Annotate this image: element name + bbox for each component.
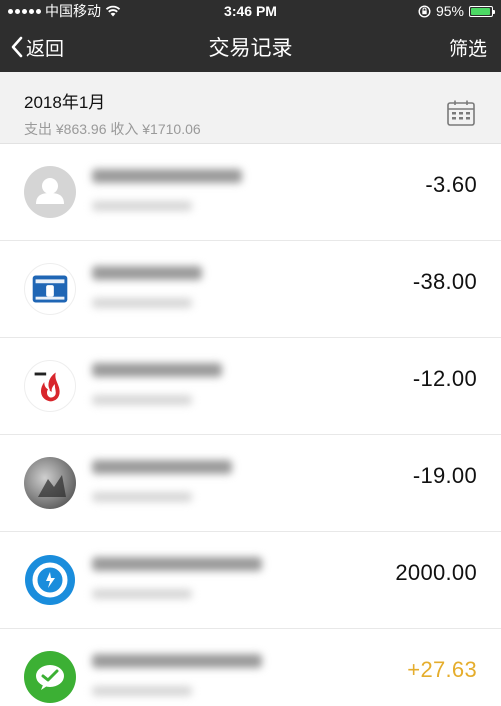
top-bar: 中国移动 3:46 PM 95% 返回 交易记录 筛选 <box>0 0 501 72</box>
month-header: 2018年1月 支出 ¥863.96 收入 ¥1710.06 <box>0 72 501 144</box>
default-user-avatar <box>24 166 76 218</box>
transaction-amount: -38.00 <box>412 269 477 294</box>
transaction-row[interactable]: -3.60 <box>0 144 501 241</box>
back-label: 返回 <box>26 38 65 60</box>
redacted-merchant-name <box>92 266 202 280</box>
redacted-transaction-time <box>92 395 192 405</box>
filter-button[interactable]: 筛选 <box>449 34 487 61</box>
redacted-transaction-time <box>92 201 192 211</box>
transaction-row[interactable]: -12.00 <box>0 338 501 435</box>
redacted-transaction-time <box>92 589 192 599</box>
nav-bar: 返回 交易记录 筛选 <box>0 22 501 72</box>
transaction-amount: +27.63 <box>407 657 477 682</box>
wifi-icon <box>105 5 121 17</box>
battery-percent: 95% <box>435 3 464 19</box>
chevron-left-icon <box>11 36 23 58</box>
lawson-station-logo <box>24 263 76 315</box>
transaction-amount: 2000.00 <box>395 560 477 585</box>
redacted-merchant-name <box>92 460 232 474</box>
redacted-merchant-name <box>92 169 242 183</box>
ershuohuo-flame-logo <box>24 360 76 412</box>
battery-level <box>471 7 490 15</box>
transaction-row[interactable]: 2000.00 <box>0 532 501 629</box>
redacted-merchant-name <box>92 557 262 571</box>
redacted-merchant-name <box>92 654 262 668</box>
redacted-transaction-time <box>92 492 192 502</box>
back-button[interactable]: 返回 <box>10 34 64 61</box>
battery-icon <box>469 5 495 17</box>
month-summary: 支出 ¥863.96 收入 ¥1710.06 <box>24 121 201 137</box>
orientation-lock-icon <box>418 4 431 18</box>
status-bar: 中国移动 3:46 PM 95% <box>0 0 501 22</box>
signal-strength-icon <box>8 8 41 14</box>
transaction-row[interactable]: -19.00 <box>0 435 501 532</box>
transaction-amount: -19.00 <box>412 463 477 488</box>
transaction-row[interactable]: +27.63 <box>0 629 501 706</box>
blue-finance-logo <box>24 554 76 606</box>
carrier-name: 中国移动 <box>45 3 101 19</box>
calendar-icon[interactable] <box>447 100 475 126</box>
wechat-pay-logo <box>24 651 76 703</box>
user-photo-avatar <box>24 457 76 509</box>
transaction-amount: -12.00 <box>412 366 477 391</box>
transaction-list: -3.60 -38.00 -12.00 -19.00 2000.00 +27.6… <box>0 144 501 706</box>
transaction-row[interactable]: -38.00 <box>0 241 501 338</box>
page-title: 交易记录 <box>208 37 293 60</box>
redacted-transaction-time <box>92 298 192 308</box>
transaction-amount: -3.60 <box>425 172 477 197</box>
month-title: 2018年1月 <box>24 93 106 112</box>
redacted-transaction-time <box>92 686 192 696</box>
redacted-merchant-name <box>92 363 222 377</box>
